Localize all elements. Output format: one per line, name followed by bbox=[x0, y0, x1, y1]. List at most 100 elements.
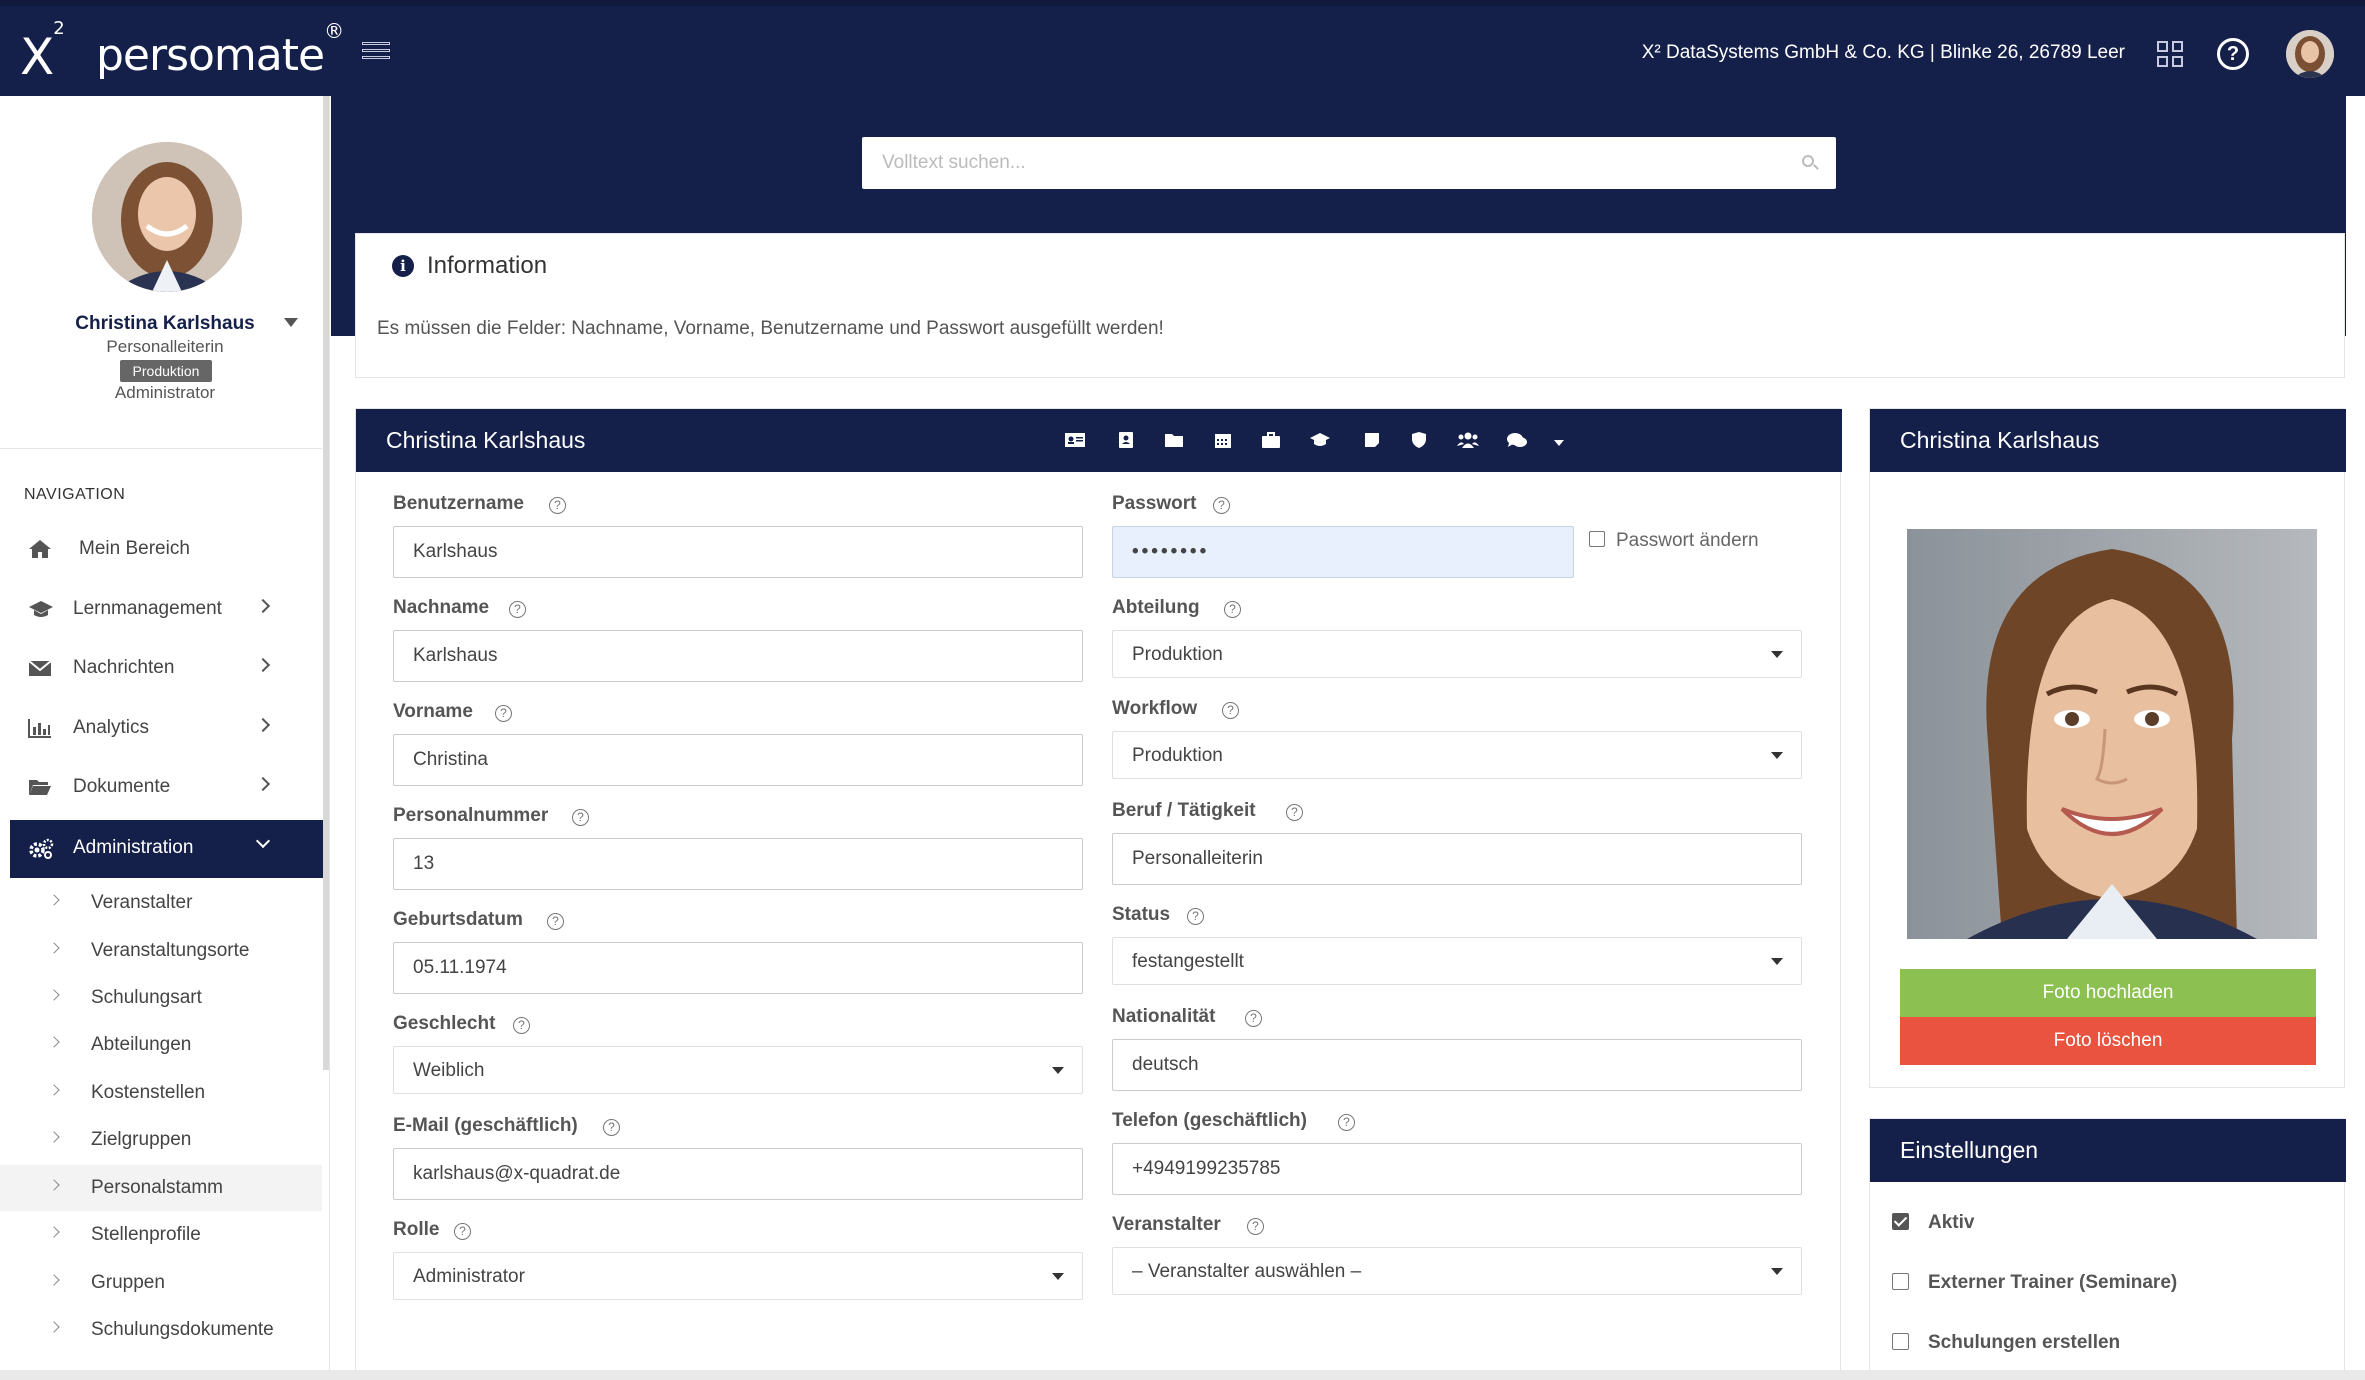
geschlecht-label: Geschlecht bbox=[393, 1013, 496, 1034]
nationalitaet-field[interactable] bbox=[1112, 1039, 1802, 1091]
nav-item-dokumente[interactable]: Dokumente bbox=[0, 759, 322, 815]
apps-grid-icon[interactable] bbox=[2157, 41, 2183, 67]
contact-book-icon[interactable] bbox=[1116, 431, 1136, 449]
user-avatar[interactable] bbox=[2286, 30, 2334, 78]
menu-toggle-icon[interactable] bbox=[362, 42, 390, 66]
subnav-item-schulungsdokumente[interactable]: Schulungsdokumente bbox=[0, 1307, 322, 1353]
subnav-item-zielgruppen[interactable]: Zielgruppen bbox=[0, 1117, 322, 1163]
subnav-item-personalstamm[interactable]: Personalstamm bbox=[0, 1165, 322, 1211]
profile-dropdown-caret-icon[interactable] bbox=[284, 318, 298, 327]
folder-icon[interactable] bbox=[1164, 431, 1184, 449]
brand-name[interactable]: persomate® bbox=[96, 19, 344, 81]
personalnummer-field[interactable] bbox=[393, 838, 1083, 890]
sidebar-scrollbar[interactable] bbox=[323, 96, 329, 1070]
geschlecht-select[interactable]: Weiblich bbox=[393, 1046, 1083, 1094]
email-label: E-Mail (geschäftlich) bbox=[393, 1115, 578, 1136]
help-icon[interactable]: ? bbox=[1247, 1218, 1264, 1235]
nachname-field[interactable] bbox=[393, 630, 1083, 682]
nav-item-mein-bereich[interactable]: Mein Bereich bbox=[0, 521, 322, 577]
vorname-label: Vorname bbox=[393, 701, 473, 722]
subnav-item-stellenprofile[interactable]: Stellenprofile bbox=[0, 1212, 322, 1258]
photo-delete-button[interactable]: Foto löschen bbox=[1900, 1017, 2316, 1065]
calendar-icon[interactable] bbox=[1213, 431, 1233, 449]
sidebar-divider bbox=[0, 448, 322, 449]
caret-down-icon bbox=[1052, 1273, 1064, 1280]
nav-item-lernmanagement[interactable]: Lernmanagement bbox=[0, 581, 322, 637]
x2-logo[interactable]: X2 bbox=[20, 18, 65, 86]
graduation-cap-icon[interactable] bbox=[1309, 431, 1330, 449]
info-icon: i bbox=[392, 255, 414, 277]
help-icon[interactable]: ? bbox=[572, 809, 589, 826]
help-icon[interactable]: ? bbox=[547, 913, 564, 930]
search-icon[interactable] bbox=[1802, 155, 1814, 167]
workflow-select[interactable]: Produktion bbox=[1112, 731, 1802, 779]
shield-icon[interactable] bbox=[1409, 431, 1429, 449]
status-select[interactable]: festangestellt bbox=[1112, 937, 1802, 985]
help-icon[interactable]: ? bbox=[2217, 38, 2249, 70]
search-input[interactable] bbox=[862, 137, 1792, 189]
caret-down-icon[interactable] bbox=[1549, 433, 1569, 451]
users-icon[interactable] bbox=[1456, 431, 1479, 449]
nachname-label: Nachname bbox=[393, 597, 490, 618]
rolle-select[interactable]: Administrator bbox=[393, 1252, 1083, 1300]
id-card-icon[interactable] bbox=[1064, 431, 1085, 449]
telefon-field[interactable] bbox=[1112, 1143, 1802, 1195]
briefcase-icon[interactable] bbox=[1261, 431, 1281, 449]
help-icon[interactable]: ? bbox=[1286, 804, 1303, 821]
subnav-label: Personalstamm bbox=[91, 1177, 223, 1198]
beruf-label: Beruf / Tätigkeit bbox=[1112, 800, 1256, 821]
beruf-field[interactable] bbox=[1112, 833, 1802, 885]
nav-item-analytics[interactable]: Analytics bbox=[0, 700, 322, 756]
help-icon[interactable]: ? bbox=[603, 1119, 620, 1136]
help-icon[interactable]: ? bbox=[495, 705, 512, 722]
vorname-field[interactable] bbox=[393, 734, 1083, 786]
setting-schulungen-erstellen[interactable]: Schulungen erstellen bbox=[1892, 1330, 2332, 1360]
comments-icon[interactable] bbox=[1506, 431, 1527, 449]
help-icon[interactable]: ? bbox=[513, 1017, 530, 1034]
setting-externer-trainer[interactable]: Externer Trainer (Seminare) bbox=[1892, 1270, 2332, 1300]
geburtsdatum-field[interactable] bbox=[393, 942, 1083, 994]
photo-panel-title: Christina Karlshaus bbox=[1900, 427, 2100, 453]
employee-photo bbox=[1907, 529, 2317, 939]
fulltext-search[interactable] bbox=[862, 137, 1836, 189]
subnav-item-gruppen[interactable]: Gruppen bbox=[0, 1260, 322, 1306]
nav-label: Lernmanagement bbox=[73, 598, 222, 619]
chevron-right-icon bbox=[48, 942, 60, 954]
subnav-item-veranstalter[interactable]: Veranstalter bbox=[0, 880, 322, 926]
nav-item-nachrichten[interactable]: Nachrichten bbox=[0, 640, 322, 696]
veranstalter-select[interactable]: – Veranstalter auswählen – bbox=[1112, 1247, 1802, 1295]
help-icon[interactable]: ? bbox=[1338, 1114, 1355, 1131]
help-icon[interactable]: ? bbox=[1187, 908, 1204, 925]
subnav-item-abteilungen[interactable]: Abteilungen bbox=[0, 1022, 322, 1068]
passwort-aendern-label[interactable]: Passwort ändern bbox=[1616, 530, 1759, 552]
schulungen-erstellen-checkbox[interactable] bbox=[1892, 1333, 1909, 1350]
help-icon[interactable]: ? bbox=[1213, 497, 1230, 514]
sticky-note-icon[interactable] bbox=[1362, 431, 1382, 449]
help-icon[interactable]: ? bbox=[549, 497, 566, 514]
profile-name[interactable]: Christina Karlshaus bbox=[0, 313, 330, 335]
passwort-field[interactable] bbox=[1112, 526, 1574, 578]
abteilung-select[interactable]: Produktion bbox=[1112, 630, 1802, 678]
aktiv-checkbox[interactable] bbox=[1892, 1213, 1909, 1230]
setting-aktiv[interactable]: Aktiv bbox=[1892, 1210, 2332, 1240]
company-info: X² DataSystems GmbH & Co. KG | Blinke 26… bbox=[1641, 42, 2125, 63]
subnav-item-kostenstellen[interactable]: Kostenstellen bbox=[0, 1070, 322, 1116]
help-icon[interactable]: ? bbox=[454, 1223, 471, 1240]
setting-label: Schulungen erstellen bbox=[1928, 1332, 2121, 1353]
help-icon[interactable]: ? bbox=[1222, 702, 1239, 719]
subnav-item-veranstaltungsorte[interactable]: Veranstaltungsorte bbox=[0, 928, 322, 974]
nav-item-administration[interactable]: Administration bbox=[10, 820, 324, 878]
externer-trainer-checkbox[interactable] bbox=[1892, 1273, 1909, 1290]
passwort-aendern-checkbox[interactable] bbox=[1589, 531, 1605, 547]
subnav-label: Gruppen bbox=[91, 1272, 165, 1293]
photo-upload-button[interactable]: Foto hochladen bbox=[1900, 969, 2316, 1017]
email-field[interactable] bbox=[393, 1148, 1083, 1200]
subnav-label: Abteilungen bbox=[91, 1034, 192, 1055]
help-icon[interactable]: ? bbox=[1224, 601, 1241, 618]
form-title: Christina Karlshaus bbox=[386, 427, 586, 453]
help-icon[interactable]: ? bbox=[509, 601, 526, 618]
help-icon[interactable]: ? bbox=[1245, 1010, 1262, 1027]
subnav-item-schulungsart[interactable]: Schulungsart bbox=[0, 975, 322, 1021]
information-panel: i Information Es müssen die Felder: Nach… bbox=[355, 233, 2345, 378]
benutzername-field[interactable] bbox=[393, 526, 1083, 578]
